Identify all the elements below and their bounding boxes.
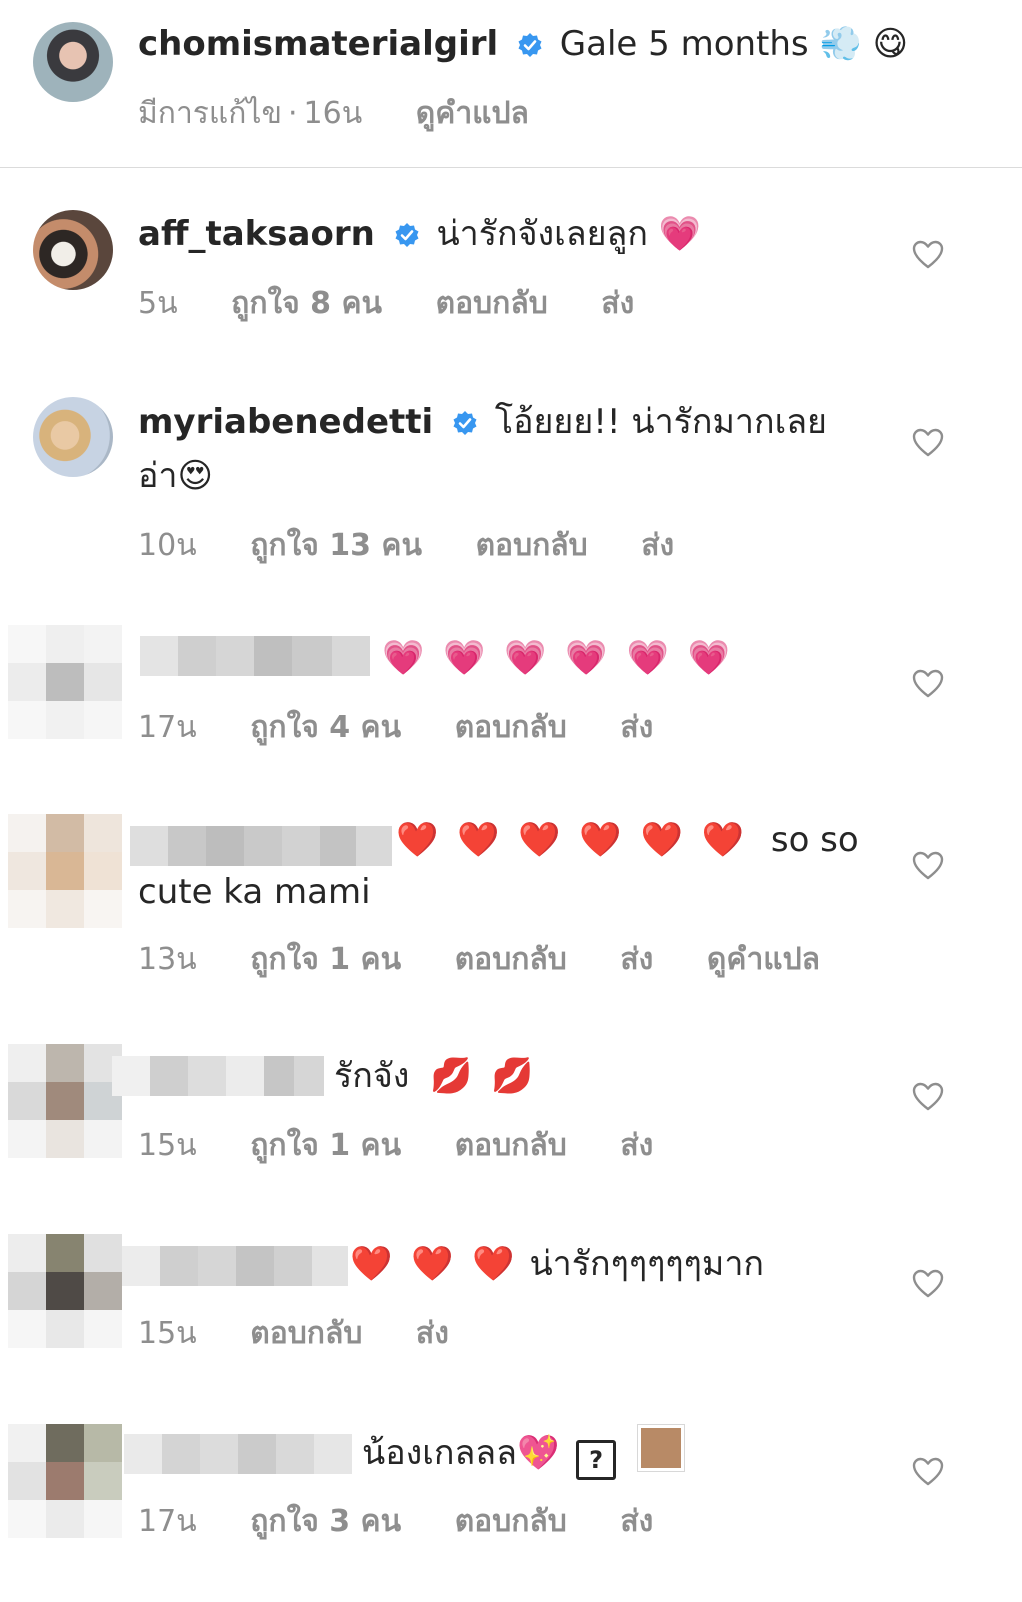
comment-5-likes[interactable]: ถูกใจ 1 คน <box>250 1128 401 1163</box>
comment-4-text: ❤️ ❤️ ❤️ ❤️ ❤️ ❤️ so so <box>396 814 859 866</box>
comment-5-emoji: 💋 💋 <box>430 1056 538 1096</box>
comment-4-time: 13น <box>138 942 197 977</box>
comment-7-body: น้องเกลลล <box>362 1433 517 1473</box>
post-username[interactable]: chomismaterialgirl <box>138 24 498 64</box>
comment-2-body: โอ้ยยย!! น่ารักมากเลย <box>494 402 827 442</box>
heart-outline-icon[interactable] <box>912 1457 944 1487</box>
comment-2-emoji: 😍 <box>177 456 213 496</box>
comment-2-body-line2: อ่า <box>138 456 178 496</box>
username-pixelated[interactable] <box>130 826 392 866</box>
post-translate-link[interactable]: ดูคำแปล <box>416 96 529 131</box>
heart-outline-icon[interactable] <box>912 428 944 458</box>
heart-outline-icon[interactable] <box>912 851 944 881</box>
avatar-pixelated[interactable] <box>8 625 122 739</box>
comment-2-likes[interactable]: ถูกใจ 13 คน <box>250 528 422 563</box>
comment-3-send-button[interactable]: ส่ง <box>620 710 653 745</box>
verified-badge-icon <box>518 33 542 57</box>
comment-7-send-button[interactable]: ส่ง <box>620 1504 653 1539</box>
heart-outline-icon[interactable] <box>912 669 944 699</box>
comment-7-meta: 17น ถูกใจ 3 คน ตอบกลับ ส่ง <box>138 1498 697 1545</box>
comment-1-username[interactable]: aff_taksaorn <box>138 214 375 254</box>
comment-1-time: 5น <box>138 286 178 321</box>
username-pixelated[interactable] <box>112 1056 324 1096</box>
comment-6-meta: 15น ตอบกลับ ส่ง <box>138 1310 493 1357</box>
avatar-chomismaterialgirl[interactable] <box>33 22 113 102</box>
verified-badge-icon <box>395 223 419 247</box>
avatar-pixelated[interactable] <box>8 814 122 928</box>
avatar-myriabenedetti[interactable] <box>33 397 113 477</box>
comment-1-text: aff_taksaorn น่ารักจังเลยลูก 💗 <box>138 208 701 260</box>
verified-badge-icon <box>453 411 477 435</box>
comment-3-likes[interactable]: ถูกใจ 4 คน <box>250 710 401 745</box>
comment-4-likes[interactable]: ถูกใจ 1 คน <box>250 942 401 977</box>
comment-2-send-button[interactable]: ส่ง <box>641 528 674 563</box>
username-pixelated[interactable] <box>124 1434 352 1474</box>
caption-divider <box>0 167 1022 168</box>
username-pixelated[interactable] <box>122 1246 348 1286</box>
post-caption-emojis: 💨 😋 <box>819 24 909 64</box>
comment-7-reply-button[interactable]: ตอบกลับ <box>455 1504 567 1539</box>
comment-1-meta: 5น ถูกใจ 8 คน ตอบกลับ ส่ง <box>138 280 678 327</box>
comment-2-text: myriabenedetti โอ้ยยย!! น่ารักมากเลย <box>138 396 827 448</box>
post-meta: มีการแก้ไข · 16น ดูคำแปล <box>138 96 529 131</box>
comment-1-body: น่ารักจังเลยลูก <box>436 214 648 254</box>
comment-3-meta: 17น ถูกใจ 4 คน ตอบกลับ ส่ง <box>138 704 697 751</box>
heart-outline-icon[interactable] <box>912 1082 944 1112</box>
comment-1-likes[interactable]: ถูกใจ 8 คน <box>231 286 382 321</box>
comment-2-reply-button[interactable]: ตอบกลับ <box>476 528 588 563</box>
avatar-pixelated[interactable] <box>8 1044 122 1158</box>
comment-3-emoji: 💗 💗 💗 💗 💗 💗 <box>382 638 735 678</box>
comment-2-text-line2: อ่า😍 <box>138 450 213 502</box>
post-caption-text: Gale 5 months <box>559 24 809 64</box>
comment-6-body: น่ารักๆๆๆๆๆมาก <box>529 1244 765 1284</box>
heart-outline-icon[interactable] <box>912 240 944 270</box>
avatar-aff-taksaorn[interactable] <box>33 210 113 290</box>
comment-1-send-button[interactable]: ส่ง <box>601 286 634 321</box>
comment-2-username[interactable]: myriabenedetti <box>138 402 433 442</box>
comment-5-meta: 15น ถูกใจ 1 คน ตอบกลับ ส่ง <box>138 1122 697 1169</box>
username-pixelated[interactable] <box>140 636 370 676</box>
comment-7-time: 17น <box>138 1504 197 1539</box>
heart-outline-icon[interactable] <box>912 1269 944 1299</box>
comment-3-text: 💗 💗 💗 💗 💗 💗 <box>382 632 734 684</box>
comment-4-send-button[interactable]: ส่ง <box>620 942 653 977</box>
comment-4-emoji: ❤️ ❤️ ❤️ ❤️ ❤️ ❤️ <box>396 820 749 860</box>
comment-6-text: ❤️ ❤️ ❤️ น่ารักๆๆๆๆๆมาก <box>350 1238 764 1290</box>
comment-5-reply-button[interactable]: ตอบกลับ <box>455 1128 567 1163</box>
comment-1-reply-button[interactable]: ตอบกลับ <box>436 286 548 321</box>
avatar-pixelated[interactable] <box>8 1234 122 1348</box>
post-time: 16น <box>303 96 363 131</box>
comment-6-send-button[interactable]: ส่ง <box>416 1316 449 1351</box>
comment-7-likes[interactable]: ถูกใจ 3 คน <box>250 1504 401 1539</box>
comment-4-translate-link[interactable]: ดูคำแปล <box>707 942 820 977</box>
comment-5-text: รักจัง 💋 💋 <box>334 1050 538 1102</box>
color-swatch-glyph <box>636 1424 685 1472</box>
comment-2-time: 10น <box>138 528 197 563</box>
unknown-glyph-icon: ? <box>576 1440 617 1480</box>
comment-1-emoji: 💗 <box>658 214 702 254</box>
comment-5-send-button[interactable]: ส่ง <box>620 1128 653 1163</box>
comment-5-time: 15น <box>138 1128 197 1163</box>
post-edited-label: มีการแก้ไข <box>138 96 282 131</box>
comment-4-body: so so <box>770 820 859 860</box>
post-caption: chomismaterialgirl Gale 5 months 💨 😋 <box>138 18 908 70</box>
comment-4-body-line2: cute ka mami <box>138 872 371 912</box>
comment-7-text: น้องเกลลล💖 ? <box>362 1424 685 1480</box>
comment-6-emoji: ❤️ ❤️ ❤️ <box>350 1244 519 1284</box>
comment-6-time: 15น <box>138 1316 197 1351</box>
avatar-pixelated[interactable] <box>8 1424 122 1538</box>
comment-7-emoji: 💖 <box>516 1433 560 1473</box>
comment-3-reply-button[interactable]: ตอบกลับ <box>455 710 567 745</box>
comment-4-text-line2: cute ka mami <box>138 866 371 918</box>
comment-6-reply-button[interactable]: ตอบกลับ <box>250 1316 362 1351</box>
comment-4-meta: 13น ถูกใจ 1 คน ตอบกลับ ส่ง ดูคำแปล <box>138 936 864 983</box>
comment-5-body: รักจัง <box>334 1056 410 1096</box>
comment-4-reply-button[interactable]: ตอบกลับ <box>455 942 567 977</box>
comment-2-meta: 10น ถูกใจ 13 คน ตอบกลับ ส่ง <box>138 522 718 569</box>
comment-3-time: 17น <box>138 710 197 745</box>
